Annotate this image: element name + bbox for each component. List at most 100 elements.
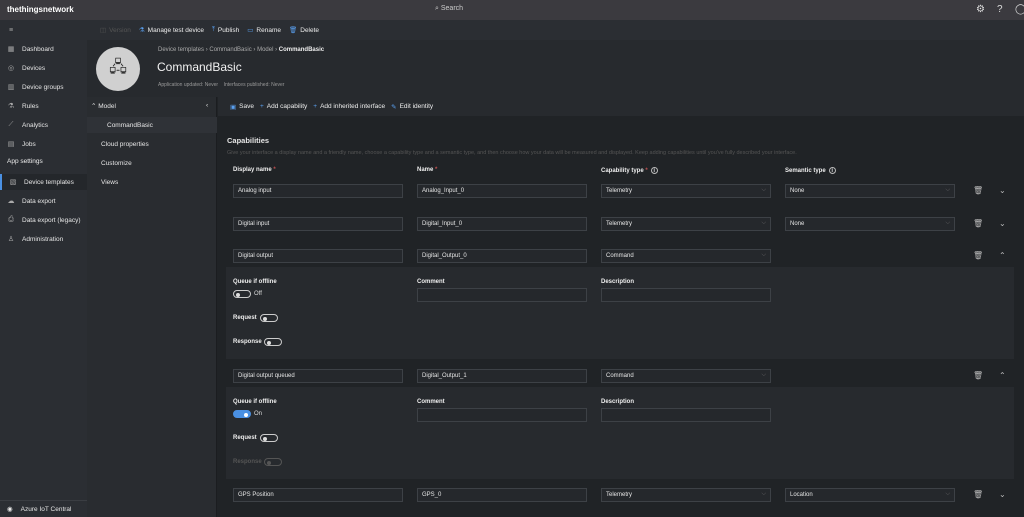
queue-if-offline-toggle[interactable] [233, 410, 251, 418]
display-name-input[interactable]: Digital output [233, 249, 403, 263]
manage-test-device-button[interactable]: ⚗Manage test device [139, 26, 204, 34]
edit-identity-button[interactable]: ✎Edit identity [391, 103, 433, 111]
settings-gear-icon[interactable]: ⚙ [976, 4, 985, 15]
comment-input[interactable] [417, 408, 587, 422]
delete-button[interactable]: 🗑Delete [289, 26, 319, 34]
nav-section-app-settings: App settings [7, 158, 43, 165]
semantic-type-select[interactable]: None [785, 184, 955, 198]
hamburger-menu-icon[interactable]: ≡ [0, 22, 87, 38]
nav-devices[interactable]: ◎Devices [0, 60, 87, 76]
description-input[interactable] [601, 408, 771, 422]
capability-type-select[interactable]: Telemetry [601, 488, 771, 502]
rules-icon: ⚗ [0, 102, 22, 110]
brand[interactable]: thethingsnetwork [7, 5, 74, 14]
nav-rules[interactable]: ⚗Rules [0, 98, 87, 114]
label: Save [239, 103, 254, 110]
collapse-chevron-up-icon[interactable]: ⌃ [999, 251, 1006, 260]
help-icon[interactable]: ? [997, 4, 1003, 15]
response-label: Response [233, 339, 262, 345]
nav-device-templates[interactable]: ▧Device templates [0, 174, 87, 190]
footer-azure-iot-central[interactable]: ◉Azure IoT Central [0, 500, 87, 517]
request-toggle[interactable] [260, 434, 278, 442]
capability-type-select[interactable]: Command [601, 369, 771, 383]
response-label-disabled: Response [233, 459, 262, 465]
display-name-input[interactable]: Analog input [233, 184, 403, 198]
info-icon[interactable]: i [829, 167, 836, 174]
nav-jobs[interactable]: ▤Jobs [0, 136, 87, 152]
secnav-views[interactable]: Views [101, 179, 118, 186]
add-inherited-interface-button[interactable]: +Add inherited interface [313, 103, 385, 110]
name-input[interactable]: Digital_Output_1 [417, 369, 587, 383]
col-name: Name * [417, 167, 437, 173]
page-title: CommandBasic [157, 60, 242, 74]
administration-icon: ♙ [0, 235, 22, 243]
nav-data-export[interactable]: ☁Data export [0, 193, 87, 209]
breadcrumb-device-templates[interactable]: Device templates [158, 47, 204, 53]
expand-chevron-down-icon[interactable]: ⌄ [999, 490, 1006, 499]
display-name-input[interactable]: Digital output queued [233, 369, 403, 383]
capability-type-select[interactable]: Telemetry [601, 217, 771, 231]
description-label: Description [601, 399, 634, 405]
model-section-toggle[interactable]: ⌃ Model [91, 102, 116, 110]
display-name-input[interactable]: GPS Position [233, 488, 403, 502]
collapse-chevron-icon[interactable]: ‹ [206, 102, 208, 109]
capability-type-select[interactable]: Telemetry [601, 184, 771, 198]
collapse-chevron-up-icon[interactable]: ⌃ [999, 371, 1006, 380]
publish-meta: Application updated: Never Interfaces pu… [158, 82, 284, 88]
comment-label: Comment [417, 399, 445, 405]
secnav-cloud-properties[interactable]: Cloud properties [101, 141, 149, 148]
account-icon[interactable]: ◯ [1015, 4, 1024, 15]
add-capability-button[interactable]: +Add capability [260, 103, 307, 110]
data-export-icon: ☁ [0, 197, 22, 205]
display-name-input[interactable]: Digital input [233, 217, 403, 231]
col-capability-type: Capability type *i [601, 167, 658, 174]
delete-capability-trash-icon[interactable]: 🗑 [973, 219, 983, 228]
label: Name [417, 167, 433, 173]
description-input[interactable] [601, 288, 771, 302]
comment-label: Comment [417, 279, 445, 285]
request-toggle[interactable] [260, 314, 278, 322]
semantic-type-select[interactable]: None [785, 217, 955, 231]
nav-data-export-legacy[interactable]: ⎙Data export (legacy) [0, 212, 87, 228]
nav-label: Device groups [22, 84, 64, 91]
name-input[interactable]: GPS_0 [417, 488, 587, 502]
nav-analytics[interactable]: ⟋Analytics [0, 117, 87, 133]
expand-chevron-down-icon[interactable]: ⌄ [999, 186, 1006, 195]
delete-capability-trash-icon[interactable]: 🗑 [973, 251, 983, 260]
version-button[interactable]: ◫Version [100, 26, 131, 34]
toggle-state: Off [254, 291, 262, 297]
delete-capability-trash-icon[interactable]: 🗑 [973, 186, 983, 195]
delete-capability-trash-icon[interactable]: 🗑 [973, 490, 983, 499]
capability-type-select[interactable]: Command [601, 249, 771, 263]
secnav-commandbasic[interactable]: CommandBasic [107, 122, 153, 129]
nav-device-groups[interactable]: ▥Device groups [0, 79, 87, 95]
plus-icon: + [313, 103, 317, 110]
nav-dashboard[interactable]: ▦Dashboard [0, 41, 87, 57]
nav-label: Data export (legacy) [22, 217, 81, 224]
device-template-icon: 🖧 [96, 47, 140, 91]
name-input[interactable]: Digital_Input_0 [417, 217, 587, 231]
name-input[interactable]: Digital_Output_0 [417, 249, 587, 263]
label: Capability type [601, 168, 644, 174]
queue-if-offline-toggle[interactable] [233, 290, 251, 298]
save-button[interactable]: ▣Save [230, 103, 254, 111]
col-display-name: Display name * [233, 167, 276, 173]
response-toggle[interactable] [264, 338, 282, 346]
breadcrumb-commandbasic[interactable]: CommandBasic [209, 47, 251, 53]
name-input[interactable]: Analog_Input_0 [417, 184, 587, 198]
expand-chevron-down-icon[interactable]: ⌄ [999, 219, 1006, 228]
search-input[interactable]: ⌕ Search [435, 5, 463, 13]
comment-input[interactable] [417, 288, 587, 302]
rename-button[interactable]: ▭Rename [247, 26, 281, 34]
nav-administration[interactable]: ♙Administration [0, 231, 87, 247]
save-icon: ▣ [230, 103, 236, 111]
model-toolbar: ▣Save +Add capability +Add inherited int… [218, 97, 1024, 116]
delete-capability-trash-icon[interactable]: 🗑 [973, 371, 983, 380]
semantic-type-select[interactable]: Location [785, 488, 955, 502]
breadcrumb-model[interactable]: Model [257, 47, 273, 53]
label: Delete [300, 27, 319, 34]
response-toggle-disabled [264, 458, 282, 466]
secnav-customize[interactable]: Customize [101, 160, 132, 167]
info-icon[interactable]: i [651, 167, 658, 174]
publish-button[interactable]: ⤒Publish [212, 26, 239, 34]
